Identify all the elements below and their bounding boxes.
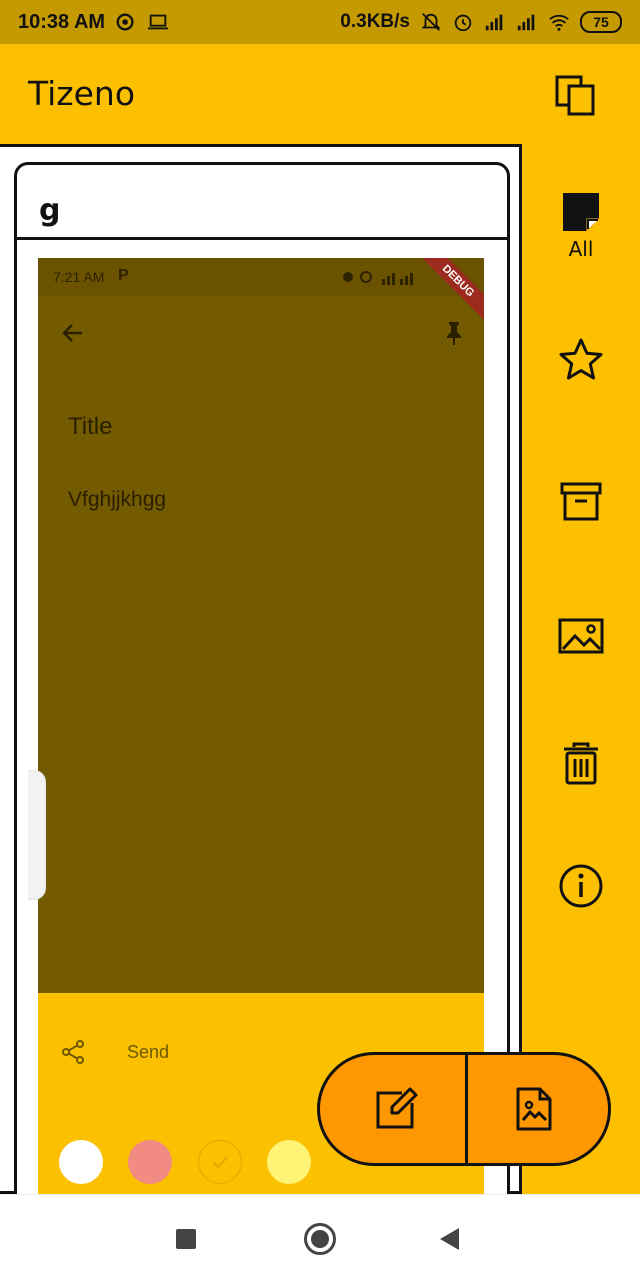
status-time: 10:38 AM (18, 10, 106, 33)
star-icon (559, 338, 603, 380)
color-swatch-white (59, 1140, 103, 1184)
back-button[interactable] (440, 1228, 459, 1250)
preview-status-bar: 7:21 AM P (38, 258, 484, 296)
network-speed: 0.3KB/s (340, 11, 410, 32)
signal-icon (485, 14, 503, 31)
scroll-grip[interactable] (28, 770, 46, 900)
chat-icon (116, 13, 134, 31)
fab-group (317, 1052, 611, 1166)
rail-item-images[interactable] (522, 612, 640, 660)
home-button[interactable] (304, 1223, 336, 1255)
preview-status-app: P (118, 267, 129, 284)
info-icon (559, 864, 603, 908)
send-label: Send (127, 1042, 170, 1062)
preview-note-title: Title (68, 413, 113, 440)
rail-item-archive[interactable] (522, 478, 640, 526)
rail-item-favorites[interactable] (522, 336, 640, 384)
recents-button[interactable] (176, 1229, 196, 1249)
back-arrow-icon (62, 324, 82, 342)
note-icon (563, 193, 599, 231)
wifi-icon (549, 14, 569, 31)
rail-label-all: All (568, 237, 594, 261)
rail-item-trash[interactable] (522, 740, 640, 788)
rail-item-all[interactable]: All (522, 189, 640, 261)
mute-icon (421, 13, 441, 31)
alarm-icon (454, 14, 472, 32)
archive-icon (560, 482, 602, 521)
color-swatch-yellow-selected (198, 1140, 242, 1184)
preview-status-time: 7:21 AM (53, 269, 105, 285)
pin-icon (447, 322, 461, 345)
color-swatch-lemon (267, 1140, 311, 1184)
battery-icon: 75 (580, 11, 622, 33)
fab-divider (465, 1055, 468, 1163)
system-nav-bar (0, 1194, 640, 1280)
image-icon (558, 618, 604, 654)
battery-level: 75 (593, 14, 609, 30)
edit-note-icon[interactable] (372, 1085, 420, 1133)
preview-note-body: Vfghjjkhgg (68, 488, 167, 511)
note-card-title: g (39, 193, 61, 228)
check-icon (212, 1156, 228, 1169)
rail-item-info[interactable] (522, 862, 640, 910)
status-bar: 10:38 AM 0.3KB/s 75 (0, 0, 640, 44)
navigation-rail: All (522, 144, 640, 1194)
laptop-icon (147, 14, 169, 30)
trash-icon (564, 742, 598, 785)
copy-icon[interactable] (552, 72, 600, 120)
card-divider (17, 237, 507, 240)
app-bar: Tizeno (0, 44, 640, 144)
signal-icon (517, 14, 535, 31)
share-icon (62, 1040, 84, 1064)
preview-note-screen: 7:21 AM P DEBUG Title Vfghjjkhgg (38, 258, 484, 993)
color-swatch-red (128, 1140, 172, 1184)
preview-status-icons (343, 271, 413, 285)
app-title: Tizeno (28, 74, 136, 113)
image-note-icon[interactable] (510, 1085, 558, 1133)
